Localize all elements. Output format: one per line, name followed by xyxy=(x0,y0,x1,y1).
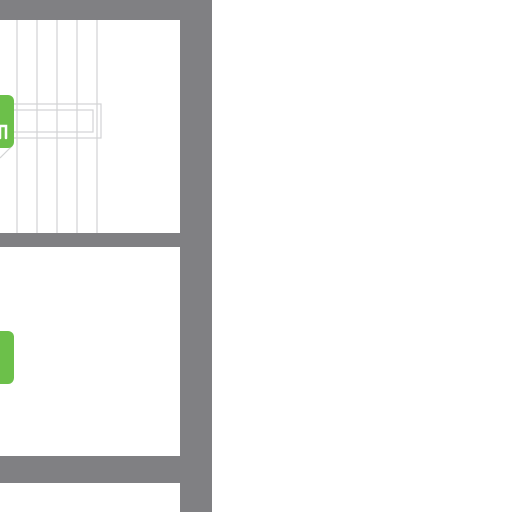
floor-slab-2 xyxy=(0,456,212,483)
building-section-diagram xyxy=(0,0,512,512)
diagram-canvas xyxy=(0,0,212,512)
exit-sign-icon xyxy=(0,95,14,148)
exit-sign-icon xyxy=(0,331,14,384)
exit-marker-middle xyxy=(0,331,14,384)
handrail-inner xyxy=(11,109,94,133)
exterior-wall-right xyxy=(180,0,212,512)
exit-marker-upper xyxy=(0,95,14,148)
stair-run xyxy=(0,20,102,233)
floor-slab-1 xyxy=(0,233,212,247)
handrail-outer xyxy=(9,103,102,139)
